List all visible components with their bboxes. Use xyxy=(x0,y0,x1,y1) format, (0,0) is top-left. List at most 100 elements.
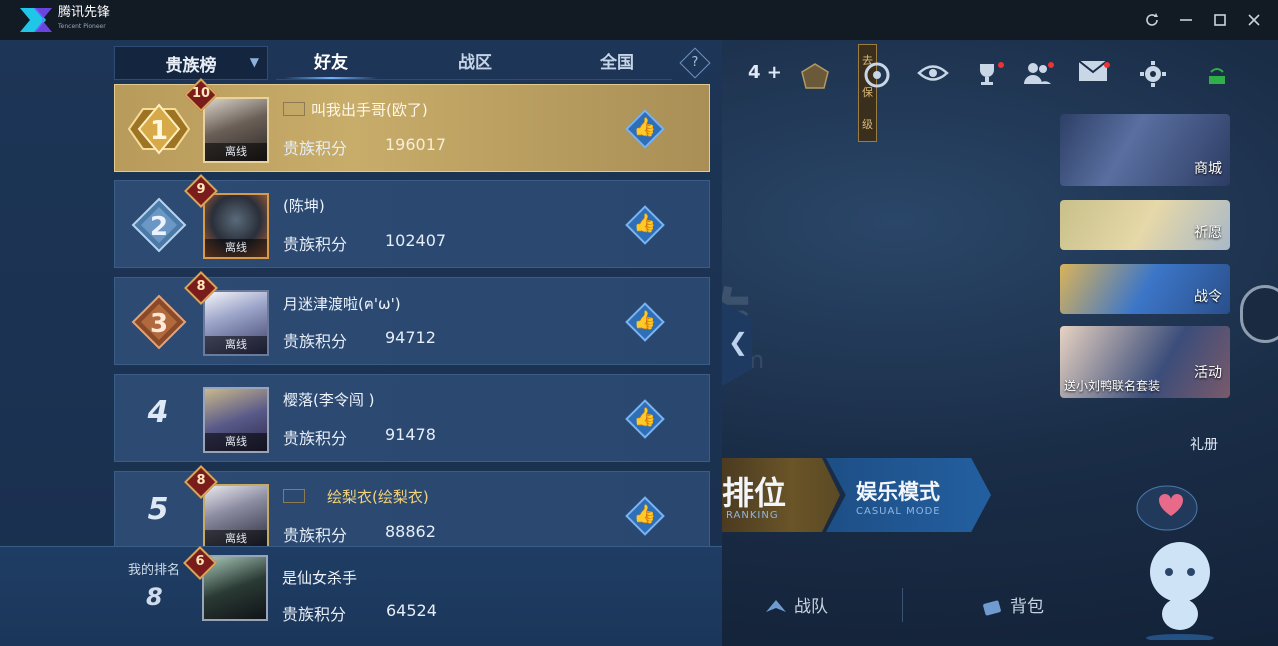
event-label: 活动 xyxy=(1194,365,1222,381)
player-name: 月迷津渡啦(ฅ'ω') xyxy=(283,295,401,313)
team-icon xyxy=(764,598,788,616)
score-label: 贵族积分 xyxy=(283,429,348,448)
tab-friends[interactable]: 好友 xyxy=(276,46,386,80)
tabs-divider xyxy=(276,79,672,80)
honor-badge-icon xyxy=(283,101,305,116)
thumbs-up-icon: 👍 xyxy=(633,310,657,331)
casual-mode-subtitle: CASUAL MODE xyxy=(856,506,941,517)
noble-level-badge: 8 xyxy=(184,465,218,499)
trophy-icon[interactable] xyxy=(970,60,1004,92)
wish-label: 祈愿 xyxy=(1194,225,1222,241)
notification-dot xyxy=(1048,62,1054,68)
rank-number: 3 xyxy=(150,309,168,339)
mascot-assistant[interactable] xyxy=(1135,480,1225,642)
mail-icon[interactable] xyxy=(1076,60,1110,92)
rank-emblem-icon[interactable]: 去保级 xyxy=(798,44,877,142)
avatar[interactable]: 离线 xyxy=(203,387,269,453)
offline-status: 离线 xyxy=(205,239,267,257)
lobby-bottom-bar: 战队 背包 xyxy=(722,580,1142,630)
chevron-left-icon: ❮ xyxy=(728,328,749,356)
bag-icon xyxy=(980,598,1004,616)
leaderboard-type-dropdown[interactable]: 贵族榜 ▼ xyxy=(114,46,268,80)
gift-book-button[interactable]: 礼册 xyxy=(1190,434,1218,454)
ranked-mode-title: 排位 xyxy=(722,474,787,512)
noble-level-badge: 6 xyxy=(183,546,217,580)
game-area: 4 + 去保级 商城 祈愿 战令 送小刘鸭联名套装 活动 礼册 排位 RANKI… xyxy=(0,40,1278,646)
leaderboard-row[interactable]: 1 离线 10 叫我出手哥(欧了) 贵族积分 196017 👍 xyxy=(114,78,710,172)
side-drawer-tab[interactable] xyxy=(1240,285,1278,343)
ranked-mode-button[interactable]: 排位 RANKING xyxy=(720,458,840,532)
leaderboard-row[interactable]: 3 离线 8 月迷津渡啦(ฅ'ω') 贵族积分 94712 👍 xyxy=(114,271,710,365)
thumbs-up-icon: 👍 xyxy=(633,213,657,234)
battle-pass-label: 战令 xyxy=(1194,289,1222,305)
score-value: 102407 xyxy=(385,231,447,250)
score-value: 91478 xyxy=(385,425,436,444)
app-title: 腾讯先锋 Tencent Pioneer xyxy=(58,6,110,34)
rank-number: 1 xyxy=(150,116,168,146)
rank-tag: 去保级 xyxy=(858,44,877,142)
friends-icon[interactable] xyxy=(1020,60,1054,92)
my-rank-number: 8 xyxy=(146,583,163,611)
offline-status: 离线 xyxy=(205,433,267,451)
score-label: 贵族积分 xyxy=(283,139,348,158)
casual-mode-title: 娱乐模式 xyxy=(856,480,940,504)
leaderboard-tabs: 好友 战区 全国 xyxy=(276,46,712,80)
my-score-value: 64524 xyxy=(386,601,437,620)
player-name: 绘梨衣(绘梨衣) xyxy=(283,486,429,507)
collapse-panel-button[interactable]: ❮ xyxy=(722,302,752,386)
like-button[interactable]: 👍 xyxy=(625,109,665,149)
battle-pass-card[interactable]: 战令 xyxy=(1060,264,1230,314)
chevron-down-icon: ▼ xyxy=(249,55,259,69)
leaderboard-row[interactable]: 2 离线 9 (陈坤) 贵族积分 102407 👍 xyxy=(114,174,710,268)
my-rank-row: 我的排名 8 6 是仙女杀手 贵族积分 64524 xyxy=(0,546,722,646)
casual-mode-button[interactable]: 娱乐模式 CASUAL MODE xyxy=(826,458,991,532)
ranked-mode-subtitle: RANKING xyxy=(726,510,779,521)
gear-icon[interactable] xyxy=(1136,60,1170,92)
noble-level-badge: 9 xyxy=(184,174,218,208)
my-rank-label: 我的排名 xyxy=(128,563,181,578)
score-label: 贵族积分 xyxy=(283,235,348,254)
eye-icon[interactable] xyxy=(916,60,950,92)
tencent-pioneer-logo-icon xyxy=(20,6,52,34)
player-name: 樱落(李令闯 ) xyxy=(283,391,375,409)
rank-number: 2 xyxy=(150,212,168,242)
leaderboard-panel: 贵族榜 ▼ 好友 战区 全国 ? 1 离线 10 叫我出手哥(欧了) 贵族积分 … xyxy=(0,40,722,646)
thumbs-up-icon: 👍 xyxy=(633,504,657,525)
event-subtitle: 送小刘鸭联名套装 xyxy=(1064,379,1161,393)
like-button[interactable]: 👍 xyxy=(625,302,665,342)
level-plus[interactable]: 4 + xyxy=(748,62,782,83)
maximize-button[interactable] xyxy=(1210,10,1230,30)
score-value: 88862 xyxy=(385,522,436,541)
leaderboard-row[interactable]: 4 离线 樱落(李令闯 ) 贵族积分 91478 👍 xyxy=(114,374,710,462)
shop-card[interactable]: 商城 xyxy=(1060,114,1230,186)
like-button[interactable]: 👍 xyxy=(625,399,665,439)
close-button[interactable] xyxy=(1244,10,1264,30)
notification-dot xyxy=(1104,62,1110,68)
score-label: 贵族积分 xyxy=(283,526,348,545)
noble-level-badge: 10 xyxy=(184,78,218,112)
tab-region[interactable]: 战区 xyxy=(420,46,530,80)
divider xyxy=(902,588,903,622)
wish-card[interactable]: 祈愿 xyxy=(1060,200,1230,250)
tab-national[interactable]: 全国 xyxy=(562,46,672,80)
bag-button[interactable]: 背包 xyxy=(980,592,1044,617)
rank-number: 4 xyxy=(147,395,169,430)
score-label: 贵族积分 xyxy=(282,605,347,624)
rank-number: 5 xyxy=(147,492,169,527)
like-button[interactable]: 👍 xyxy=(625,496,665,536)
score-value: 196017 xyxy=(385,135,447,154)
event-card[interactable]: 送小刘鸭联名套装 活动 xyxy=(1060,326,1230,398)
minimize-button[interactable] xyxy=(1176,10,1196,30)
team-button[interactable]: 战队 xyxy=(764,592,828,617)
app-window: 腾讯先锋 Tencent Pioneer 4 + 去保级 商城 祈愿 战令 送小… xyxy=(0,0,1278,646)
refresh-icon[interactable] xyxy=(1142,10,1162,30)
app-subtitle: Tencent Pioneer xyxy=(58,23,106,30)
my-player-name: 是仙女杀手 xyxy=(282,569,358,587)
offline-status: 离线 xyxy=(205,143,267,161)
player-name: (陈坤) xyxy=(283,197,325,215)
thumbs-up-icon: 👍 xyxy=(633,407,657,428)
title-bar: 腾讯先锋 Tencent Pioneer xyxy=(0,0,1278,40)
noble-level-badge: 8 xyxy=(184,271,218,305)
target-icon[interactable] xyxy=(860,60,894,92)
like-button[interactable]: 👍 xyxy=(625,205,665,245)
